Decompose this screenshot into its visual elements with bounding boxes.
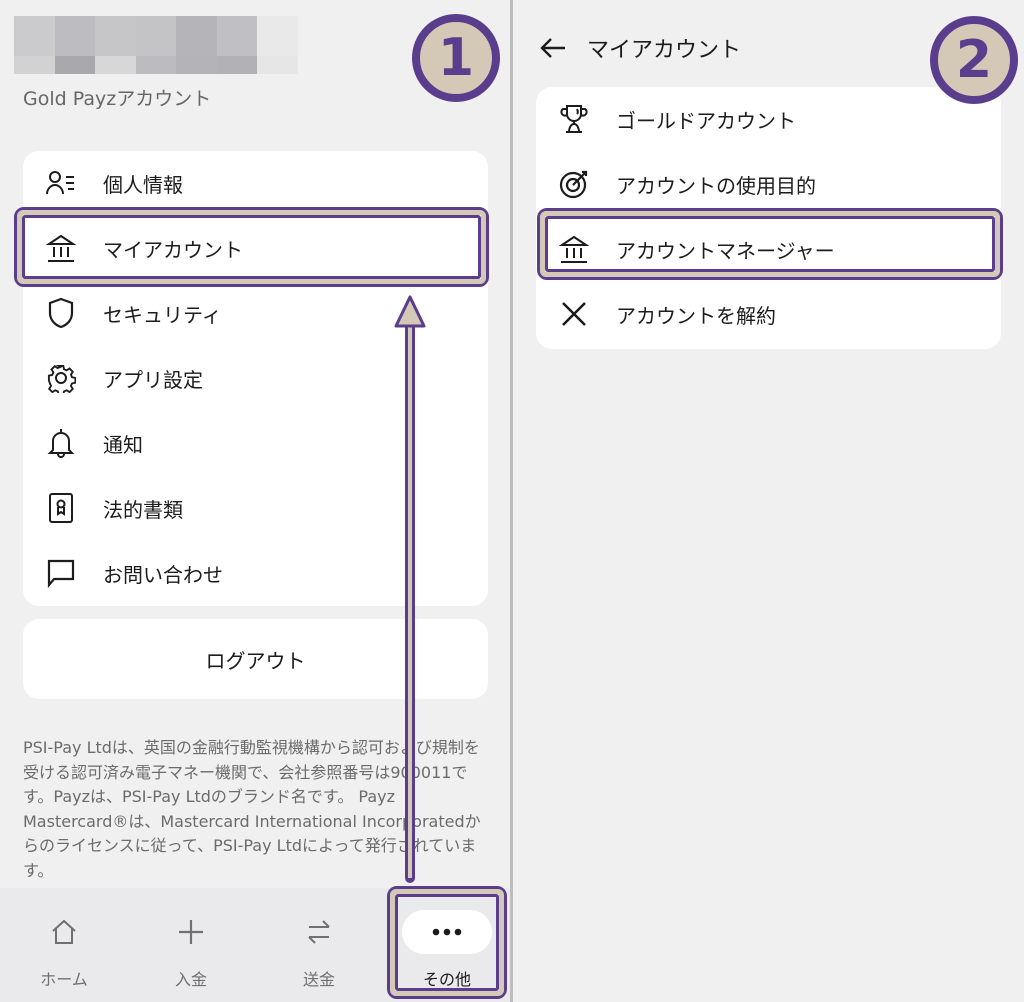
menu-item-label: 法的書類 [103,497,183,522]
target-icon [558,168,590,200]
close-icon [558,298,590,330]
blurred-account-name [14,16,298,74]
menu-item-label: セキュリティ [103,302,222,327]
logout-button[interactable]: ログアウト [23,619,488,699]
menu-item-app-settings[interactable]: アプリ設定 [23,346,488,410]
menu-item-contact[interactable]: お問い合わせ [23,541,488,605]
menu-item-close-account[interactable]: アカウントを解約 [536,282,1001,346]
menu-item-label: アカウントの使用目的 [616,173,816,198]
logout-label: ログアウト [205,648,306,673]
nav-label: 入金 [174,970,207,989]
nav-deposit[interactable]: 入金 [127,888,255,1002]
person-list-icon [45,167,77,199]
chat-bubble-icon [45,557,77,589]
step-2-badge: 2 [930,16,1018,104]
certificate-icon [45,492,77,524]
nav-home[interactable]: ホーム [0,888,128,1002]
menu-item-label: 個人情報 [103,172,183,197]
highlight-account-manager [537,208,1003,280]
menu-item-label: お問い合わせ [103,562,223,587]
page-title: マイアカウント [587,38,742,63]
menu-item-label: アプリ設定 [103,367,203,392]
nav-transfer[interactable]: 送金 [255,888,383,1002]
highlight-my-account [14,207,489,287]
nav-label: ホーム [40,970,88,989]
page-header: マイアカウント [537,28,741,68]
step-1-badge: 1 [412,14,500,102]
menu-item-label: アカウントを解約 [616,303,776,328]
menu-item-personal-info[interactable]: 個人情報 [23,151,488,215]
home-icon [19,910,109,954]
account-type-label: Gold Payzアカウント [23,88,212,110]
legal-disclaimer: PSI-Pay Ltdは、英国の金融行動監視機構から認可および規制を受ける認可済… [23,738,481,880]
transfer-icon [274,910,364,954]
trophy-icon [558,103,590,135]
gear-icon [45,362,77,394]
my-account-screen: マイアカウント ゴールドアカウント アカウントの使用目的 アカウントマネージャー… [513,0,1024,1002]
menu-item-label: ゴールドアカウント [616,108,796,133]
nav-label: 送金 [302,970,335,989]
more-menu-screen: Gold Payzアカウント 個人情報 マイアカウント セキュリティ アプリ設定 [0,0,510,1002]
menu-item-account-purpose[interactable]: アカウントの使用目的 [536,152,1001,216]
bell-icon [45,427,77,459]
menu-item-gold-account[interactable]: ゴールドアカウント [536,87,1001,151]
back-arrow-icon[interactable] [537,32,569,64]
shield-icon [45,297,77,329]
menu-item-label: 通知 [103,432,143,457]
menu-item-security[interactable]: セキュリティ [23,281,488,345]
menu-item-notifications[interactable]: 通知 [23,411,488,475]
plus-icon [146,910,236,954]
menu-item-legal-documents[interactable]: 法的書類 [23,476,488,540]
highlight-more-tab [387,886,507,999]
